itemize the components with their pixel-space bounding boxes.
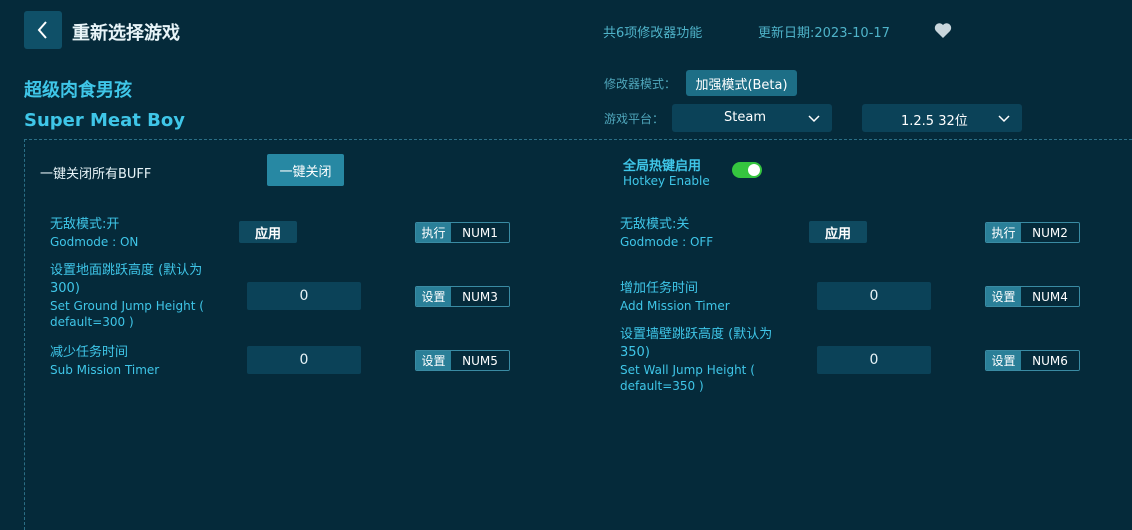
page-title: 重新选择游戏 — [72, 23, 180, 44]
back-button[interactable] — [24, 11, 62, 49]
option-label-en: Godmode : OFF — [620, 235, 714, 249]
hotkey-action: 执行 — [416, 223, 451, 242]
heart-icon[interactable] — [934, 22, 952, 39]
hotkey-action: 执行 — [986, 223, 1021, 242]
chevron-down-icon — [808, 115, 820, 123]
option-label-en: Sub Mission Timer — [50, 363, 160, 377]
option-label-cn-line2: 300) — [50, 281, 80, 296]
option-label-cn: 减少任务时间 — [50, 345, 129, 360]
hotkey-key: NUM5 — [451, 351, 509, 370]
version-select[interactable]: 1.2.5 32位 — [862, 104, 1022, 132]
option-label-cn-line1: 设置墙壁跳跃高度 (默认为 — [620, 327, 773, 342]
option-godmode-on: 无敌模式:开 Godmode : ON — [50, 216, 138, 250]
platform-label: 游戏平台： — [604, 112, 665, 126]
hotkey-key: NUM4 — [1021, 287, 1079, 306]
platform-value: Steam — [724, 110, 766, 125]
feature-count: 共6项修改器功能 — [603, 26, 703, 41]
hotkey-action: 设置 — [416, 287, 451, 306]
option-label-en: Godmode : ON — [50, 235, 139, 249]
wall-jump-input[interactable]: 0 — [817, 346, 931, 374]
hotkey-key: NUM1 — [451, 223, 509, 242]
option-label-en-line1: Set Ground Jump Height ( — [50, 299, 204, 313]
option-label-en-line1: Set Wall Jump Height ( — [620, 363, 755, 377]
options-panel — [24, 139, 1132, 530]
chevron-down-icon — [998, 115, 1010, 123]
close-all-buff-label: 一键关闭所有BUFF — [40, 167, 152, 182]
close-all-button[interactable]: 一键关闭 — [267, 154, 344, 186]
version-value: 1.2.5 32位 — [901, 114, 968, 129]
hotkey-enable-title: 全局热键启用 — [623, 159, 702, 174]
hotkey-num2[interactable]: 执行 NUM2 — [985, 222, 1080, 243]
option-label-en-line2: default=300 ) — [50, 315, 134, 329]
hotkey-enable-subtitle: Hotkey Enable — [623, 174, 710, 188]
option-ground-jump: 设置地面跳跃高度 (默认为 300) Set Ground Jump Heigh… — [50, 262, 204, 330]
option-label-en-line2: default=350 ) — [620, 379, 704, 393]
option-label-cn: 增加任务时间 — [620, 281, 699, 296]
option-label-cn: 无敌模式:开 — [50, 217, 120, 232]
apply-button[interactable]: 应用 — [239, 221, 297, 243]
hotkey-num3[interactable]: 设置 NUM3 — [415, 286, 510, 307]
option-label-en: Add Mission Timer — [620, 299, 730, 313]
hotkey-num4[interactable]: 设置 NUM4 — [985, 286, 1080, 307]
option-wall-jump: 设置墙壁跳跃高度 (默认为 350) Set Wall Jump Height … — [620, 326, 772, 394]
hotkey-num6[interactable]: 设置 NUM6 — [985, 350, 1080, 371]
hotkey-key: NUM3 — [451, 287, 509, 306]
hotkey-toggle[interactable] — [732, 162, 762, 178]
hotkey-action: 设置 — [416, 351, 451, 370]
option-label-cn: 无敌模式:关 — [620, 217, 690, 232]
add-timer-input[interactable]: 0 — [817, 282, 931, 310]
chevron-left-icon — [37, 21, 47, 39]
mode-label: 修改器模式： — [604, 77, 677, 91]
apply-button[interactable]: 应用 — [809, 221, 867, 243]
hotkey-num5[interactable]: 设置 NUM5 — [415, 350, 510, 371]
hotkey-action: 设置 — [986, 351, 1021, 370]
option-sub-timer: 减少任务时间 Sub Mission Timer — [50, 344, 159, 378]
option-godmode-off: 无敌模式:关 Godmode : OFF — [620, 216, 713, 250]
option-label-cn-line2: 350) — [620, 345, 650, 360]
platform-select[interactable]: Steam — [672, 104, 832, 132]
hotkey-key: NUM2 — [1021, 223, 1079, 242]
hotkey-action: 设置 — [986, 287, 1021, 306]
toggle-knob — [748, 164, 760, 176]
ground-jump-input[interactable]: 0 — [247, 282, 361, 310]
game-name-english: Super Meat Boy — [24, 110, 185, 131]
mode-badge[interactable]: 加强模式(Beta) — [686, 70, 797, 96]
hotkey-num1[interactable]: 执行 NUM1 — [415, 222, 510, 243]
game-name-chinese: 超级肉食男孩 — [24, 80, 132, 101]
update-date: 更新日期:2023-10-17 — [758, 26, 890, 41]
sub-timer-input[interactable]: 0 — [247, 346, 361, 374]
hotkey-key: NUM6 — [1021, 351, 1079, 370]
option-label-cn-line1: 设置地面跳跃高度 (默认为 — [50, 263, 203, 278]
option-add-timer: 增加任务时间 Add Mission Timer — [620, 280, 730, 314]
